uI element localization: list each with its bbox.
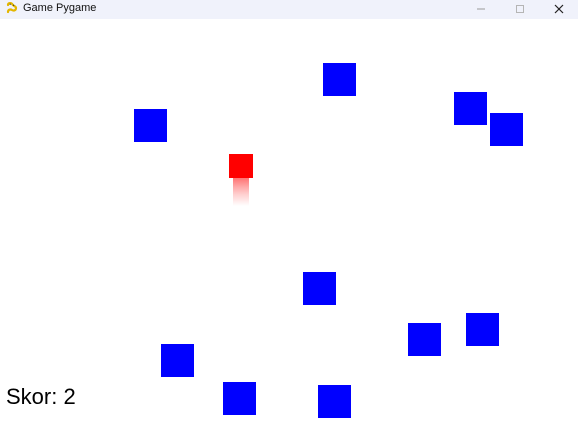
maximize-icon <box>515 4 525 16</box>
enemy-square <box>303 272 336 305</box>
minimize-button[interactable] <box>461 0 500 19</box>
enemy-square <box>408 323 441 356</box>
close-icon <box>554 4 564 16</box>
player-square <box>229 154 253 178</box>
enemy-square <box>490 113 523 146</box>
enemy-square <box>323 63 356 96</box>
maximize-button[interactable] <box>500 0 539 19</box>
pygame-snake-icon <box>5 1 19 15</box>
enemy-square <box>134 109 167 142</box>
game-canvas[interactable] <box>0 19 578 431</box>
minimize-icon <box>476 4 486 16</box>
enemy-square <box>466 313 499 346</box>
game-window: Game Pygame Skor: 2 <box>0 0 578 431</box>
window-title: Game Pygame <box>23 2 97 14</box>
enemy-square <box>454 92 487 125</box>
player-trail <box>233 178 249 206</box>
enemy-square <box>318 385 351 418</box>
window-controls <box>461 0 578 19</box>
score-label: Skor: 2 <box>6 384 76 409</box>
enemy-square <box>223 382 256 415</box>
title-bar[interactable]: Game Pygame <box>0 0 578 19</box>
enemy-square <box>161 344 194 377</box>
close-button[interactable] <box>539 0 578 19</box>
